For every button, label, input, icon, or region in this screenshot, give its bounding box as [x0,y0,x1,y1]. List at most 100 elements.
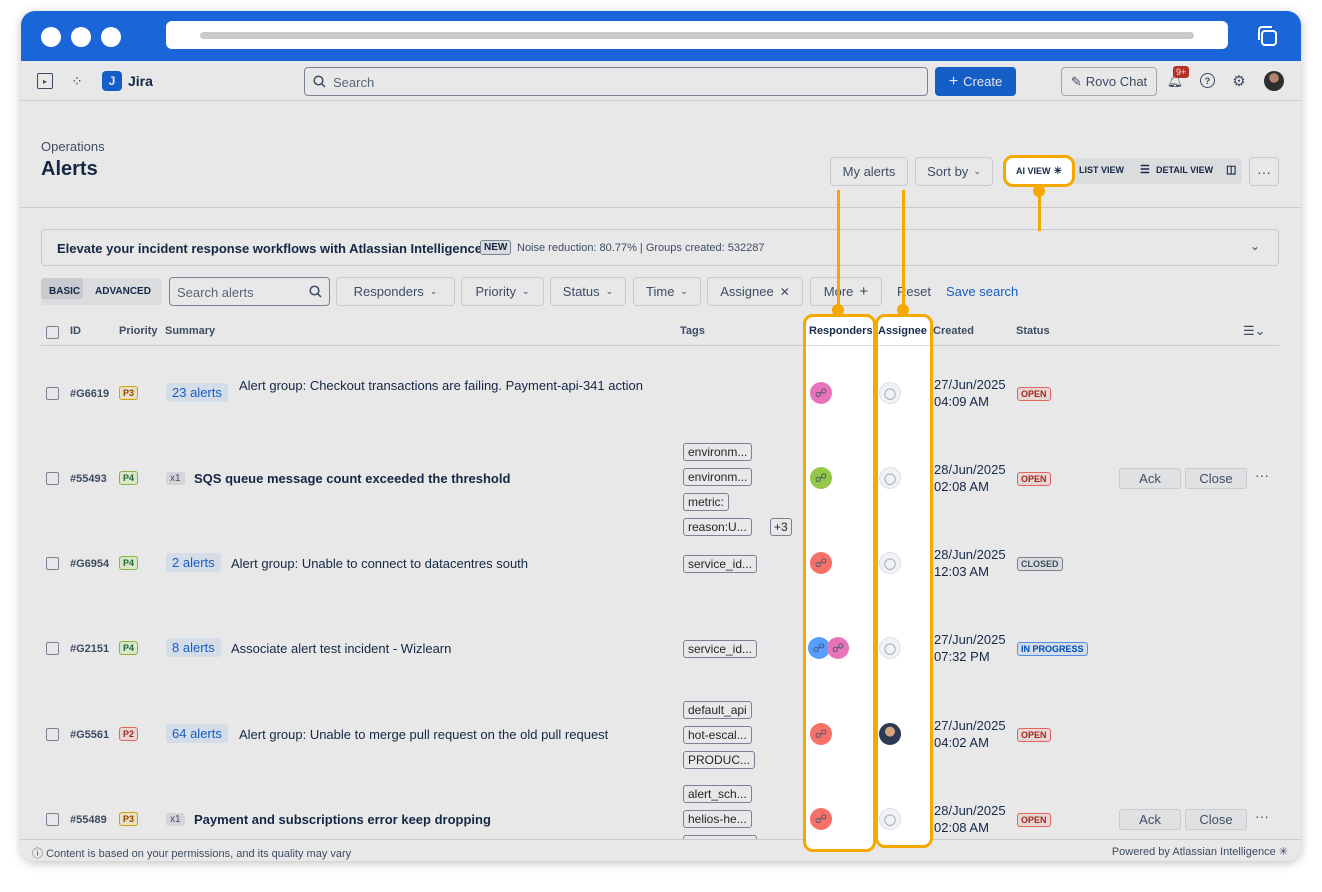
alert-count-link[interactable]: 2 alerts [166,553,221,572]
assignee-filter[interactable]: Assignee ✕ [707,277,803,306]
team-icon[interactable]: ☍ [827,637,849,659]
ack-button[interactable]: Ack [1119,468,1181,489]
user-icon[interactable]: ◯ [879,637,901,659]
alert-summary[interactable]: Associate alert test incident - Wizlearn [231,641,451,656]
alert-id[interactable]: #55489 [70,814,107,826]
status-badge: IN PROGRESS [1017,642,1088,656]
alert-summary[interactable]: SQS queue message count exceeded the thr… [194,471,510,486]
close-button[interactable]: Close [1185,809,1247,830]
help-icon[interactable]: ? [1200,73,1215,88]
window-maximize-dot[interactable] [101,27,121,47]
row-checkbox[interactable] [46,387,59,400]
tag-chip[interactable]: environm... [683,443,753,461]
tag-chip[interactable]: service_id... [683,640,758,658]
create-button[interactable]: + Create [935,67,1016,96]
alert-summary[interactable]: Payment and subscriptions error keep dro… [194,812,491,827]
tag-chip[interactable]: service_id... [683,555,758,573]
tag-chip[interactable]: environm... [683,468,753,486]
tag-chip[interactable]: reason:U... [683,518,752,536]
my-alerts-button[interactable]: My alerts [830,157,908,186]
column-header-assignee[interactable]: Assignee [878,325,927,337]
list-view-tab[interactable]: LIST VIEW [1079,165,1124,175]
team-icon[interactable]: ☍ [810,552,832,574]
row-more-icon[interactable]: ··· [1255,467,1269,483]
ack-button[interactable]: Ack [1119,809,1181,830]
alert-summary[interactable]: Alert group: Checkout transactions are f… [239,378,643,393]
chevron-down-icon[interactable]: ⌄ [1250,239,1260,253]
row-checkbox[interactable] [46,557,59,570]
close-icon[interactable]: ✕ [780,285,790,299]
row-checkbox[interactable] [46,472,59,485]
jira-logo-icon[interactable]: J [102,71,122,91]
team-icon[interactable]: ☍ [810,467,832,489]
tag-chip[interactable]: metric: [683,493,729,511]
column-header-priority[interactable]: Priority [119,325,158,337]
select-all-checkbox[interactable] [46,326,59,339]
close-button[interactable]: Close [1185,468,1247,489]
time-filter[interactable]: Time ⌄ [633,277,701,306]
save-search-link[interactable]: Save search [946,284,1018,299]
basic-mode-button[interactable]: BASIC [49,286,80,297]
app-name[interactable]: Jira [128,73,153,89]
alert-id[interactable]: #G6619 [70,388,109,400]
user-avatar[interactable] [1264,71,1284,91]
alerts-search-input[interactable]: Search alerts [169,277,330,306]
address-bar[interactable] [166,21,1228,49]
window-close-dot[interactable] [41,27,61,47]
window-minimize-dot[interactable] [71,27,91,47]
ai-view-tab[interactable]: AI VIEW ✳ [1003,155,1075,187]
column-header-id[interactable]: ID [70,325,81,337]
more-options-button[interactable]: ··· [1249,157,1279,186]
team-icon[interactable]: ☍ [810,382,832,404]
browser-window: ▸ ⁘ J Jira Search + Create ✎ Rovo Chat 9+ … [21,11,1301,861]
alert-count-link[interactable]: 64 alerts [166,724,228,743]
gear-icon[interactable]: ⚙ [1230,72,1248,90]
tag-chip[interactable]: alert_sch... [683,785,752,803]
sort-by-button[interactable]: Sort by ⌄ [915,157,993,186]
alert-id[interactable]: #G2151 [70,643,109,655]
column-settings-icon[interactable]: ☰⌄ [1243,323,1266,339]
column-header-summary[interactable]: Summary [165,325,215,337]
alert-count-link[interactable]: 8 alerts [166,638,221,657]
tag-chip[interactable]: helios-he... [683,810,752,828]
more-tags-chip[interactable]: +3 [770,518,792,536]
user-icon[interactable]: ◯ [879,467,901,489]
column-header-tags[interactable]: Tags [680,325,705,337]
team-icon[interactable]: ☍ [810,808,832,830]
more-filters-button[interactable]: More+ [810,277,882,306]
team-icon[interactable]: ☍ [810,723,832,745]
user-icon[interactable]: ◯ [879,382,901,404]
rovo-chat-button[interactable]: ✎ Rovo Chat [1061,67,1157,96]
copy-icon[interactable] [1255,24,1279,48]
row-more-icon[interactable]: ··· [1255,808,1269,824]
priority-badge: P2 [119,727,139,741]
row-checkbox[interactable] [46,813,59,826]
status-filter[interactable]: Status ⌄ [550,277,626,306]
user-icon[interactable]: ◯ [879,808,901,830]
advanced-mode-button[interactable]: ADVANCED [95,286,151,297]
tag-chip[interactable]: PRODUC... [683,751,756,769]
alert-id[interactable]: #55493 [70,473,107,485]
alert-id[interactable]: #G6954 [70,558,109,570]
alert-summary[interactable]: Alert group: Unable to merge pull reques… [239,727,608,742]
sidebar-toggle-icon[interactable]: ▸ [37,73,53,89]
user-icon[interactable]: ◯ [879,552,901,574]
row-checkbox[interactable] [46,642,59,655]
detail-view-tab[interactable]: DETAIL VIEW [1156,165,1213,175]
column-header-created[interactable]: Created [933,325,974,337]
alert-count-link[interactable]: 23 alerts [166,383,228,402]
global-search-input[interactable]: Search [304,67,928,96]
tag-chip[interactable]: default_api [683,701,752,719]
breadcrumb[interactable]: Operations [41,139,105,154]
column-header-responders[interactable]: Responders [809,325,873,337]
ai-banner[interactable]: Elevate your incident response workflows… [41,229,1279,266]
column-header-status[interactable]: Status [1016,325,1050,337]
alert-summary[interactable]: Alert group: Unable to connect to datace… [231,556,528,571]
priority-filter[interactable]: Priority ⌄ [461,277,544,306]
responders-filter[interactable]: Responders ⌄ [336,277,455,306]
tag-chip[interactable]: hot-escal... [683,726,752,744]
alert-id[interactable]: #G5561 [70,729,109,741]
row-checkbox[interactable] [46,728,59,741]
app-switcher-icon[interactable]: ⁘ [67,71,87,91]
assignee-avatar[interactable] [879,723,901,745]
